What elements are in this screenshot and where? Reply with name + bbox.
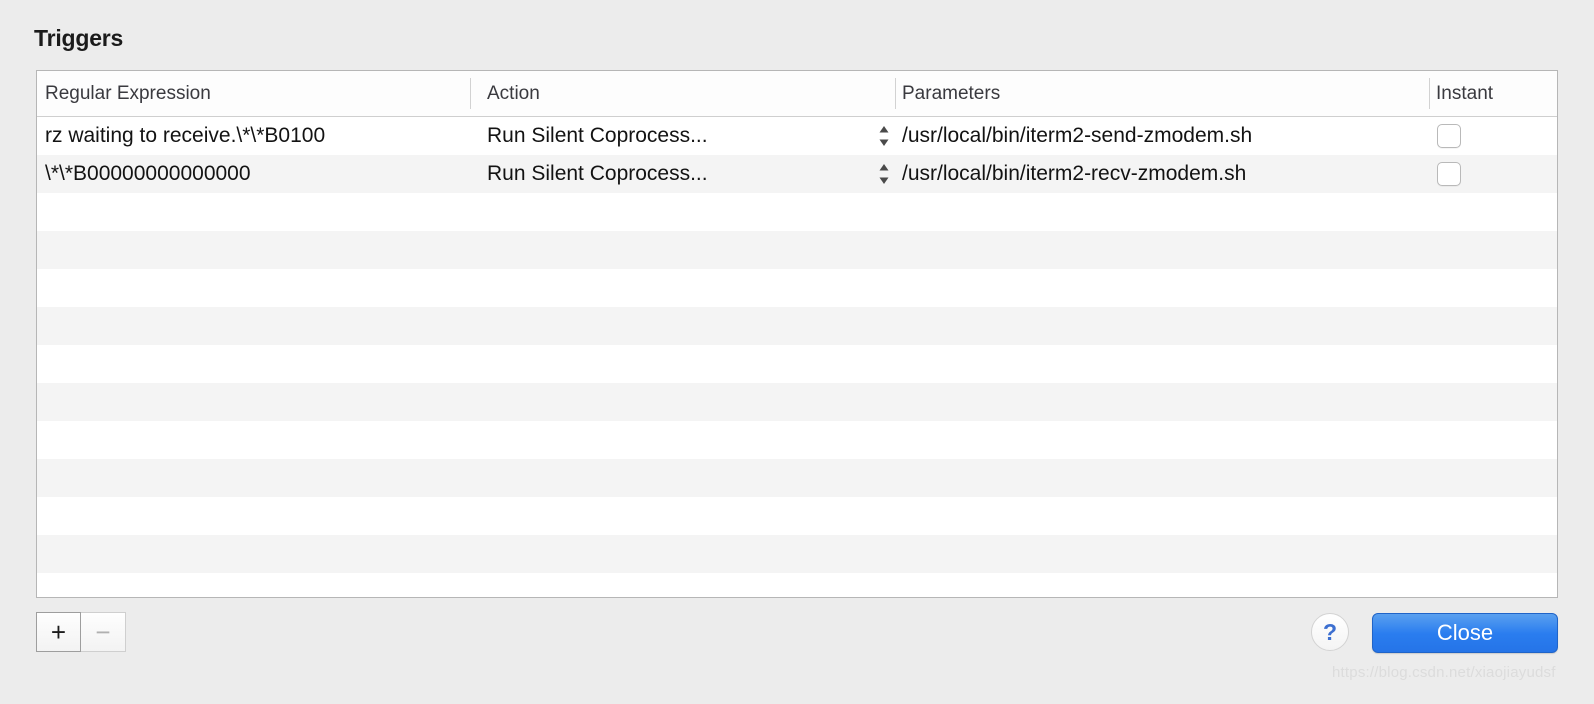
table-row[interactable] <box>37 231 1557 269</box>
page-title: Triggers <box>34 25 124 51</box>
cell-parameters[interactable]: /usr/local/bin/iterm2-send-zmodem.sh <box>902 117 1442 155</box>
column-divider-1[interactable] <box>470 78 471 109</box>
cell-action[interactable]: Run Silent Coprocess... <box>487 117 887 155</box>
watermark: https://blog.csdn.net/xiaojiayudsf <box>1332 664 1556 681</box>
instant-checkbox[interactable] <box>1437 124 1461 148</box>
cell-action[interactable]: Run Silent Coprocess... <box>487 155 887 193</box>
close-button[interactable]: Close <box>1372 613 1558 653</box>
column-header-instant[interactable]: Instant <box>1436 71 1554 116</box>
table-row[interactable] <box>37 421 1557 459</box>
cell-regular-expression[interactable]: \*\*B00000000000000 <box>45 155 475 193</box>
table-row[interactable] <box>37 269 1557 307</box>
help-button[interactable]: ? <box>1311 613 1349 651</box>
minus-icon: − <box>95 617 111 647</box>
table-row[interactable] <box>37 535 1557 573</box>
add-trigger-button[interactable]: + <box>36 612 81 652</box>
close-button-label: Close <box>1436 620 1494 645</box>
stepper-updown-icon[interactable] <box>875 123 893 149</box>
table-row[interactable] <box>37 345 1557 383</box>
table-row[interactable]: \*\*B00000000000000 Run Silent Coprocess.… <box>37 155 1557 193</box>
cell-parameters[interactable]: /usr/local/bin/iterm2-recv-zmodem.sh <box>902 155 1442 193</box>
table-body: rz waiting to receive.\*\*B0100 Run Silen… <box>37 117 1557 597</box>
question-mark-icon: ? <box>1322 618 1338 645</box>
table-row[interactable] <box>37 497 1557 535</box>
table-row[interactable] <box>37 459 1557 497</box>
plus-icon: + <box>50 617 67 647</box>
table-header-row: Regular Expression Action Parameters Ins… <box>37 71 1557 117</box>
column-divider-2[interactable] <box>895 78 896 109</box>
table-row[interactable] <box>37 573 1557 597</box>
triggers-table: Regular Expression Action Parameters Ins… <box>36 70 1558 598</box>
add-remove-segmented-control: + − <box>36 612 126 652</box>
instant-checkbox[interactable] <box>1437 162 1461 186</box>
table-row[interactable] <box>37 193 1557 231</box>
column-header-action[interactable]: Action <box>487 71 897 116</box>
table-row[interactable] <box>37 383 1557 421</box>
table-row[interactable] <box>37 307 1557 345</box>
column-divider-3[interactable] <box>1429 78 1430 109</box>
table-row[interactable]: rz waiting to receive.\*\*B0100 Run Silen… <box>37 117 1557 155</box>
column-header-regular-expression[interactable]: Regular Expression <box>45 71 465 116</box>
stepper-updown-icon[interactable] <box>875 161 893 187</box>
remove-trigger-button[interactable]: − <box>81 612 126 652</box>
column-header-parameters[interactable]: Parameters <box>902 71 1432 116</box>
cell-regular-expression[interactable]: rz waiting to receive.\*\*B0100 <box>45 117 475 155</box>
